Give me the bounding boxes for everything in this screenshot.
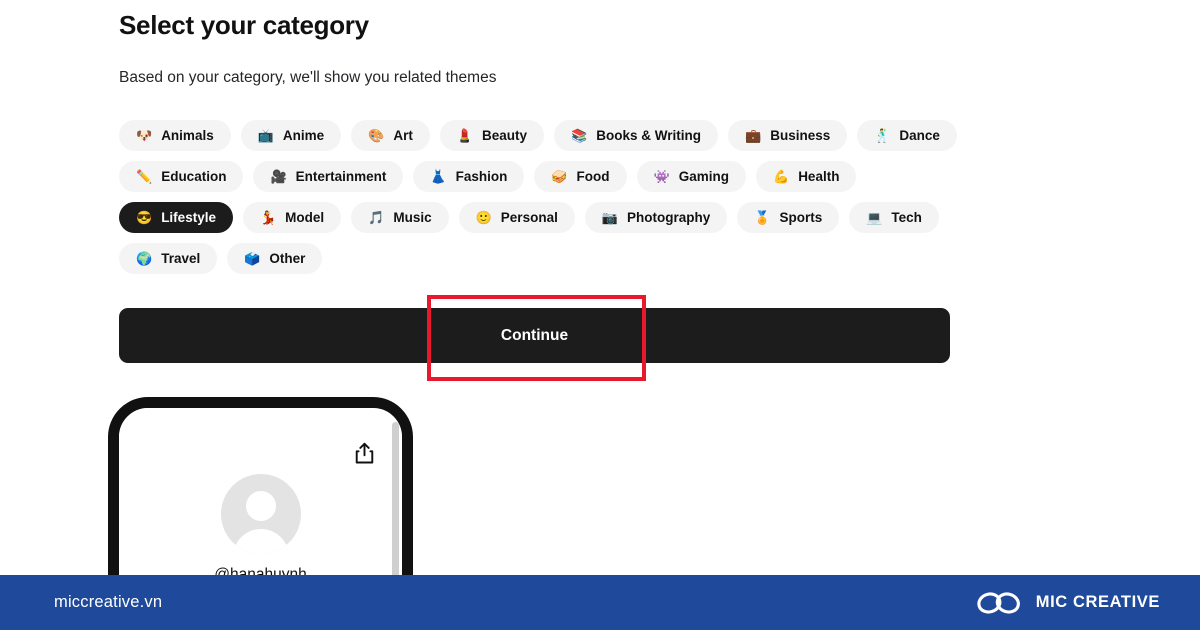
category-chip-label: Fashion — [455, 168, 508, 184]
briefcase-icon: 💼 — [745, 128, 762, 143]
category-chip-tech[interactable]: 💻 Tech — [849, 202, 939, 233]
category-chip-entertainment[interactable]: 🎥 Entertainment — [253, 161, 404, 192]
category-chip-label: Dance — [899, 127, 940, 143]
continue-button[interactable]: Continue — [119, 308, 950, 363]
camera-icon: 📷 — [601, 210, 619, 225]
category-chip-dance[interactable]: 🕺 Dance — [857, 120, 957, 151]
category-chip-label: Animals — [161, 127, 214, 143]
category-chip-health[interactable]: 💪 Health — [756, 161, 857, 192]
category-chip-label: Tech — [891, 209, 922, 225]
category-chip-label: Entertainment — [295, 168, 387, 184]
category-chip-label: Other — [269, 250, 306, 266]
footer-brand: MIC CREATIVE — [976, 590, 1160, 616]
category-chip-label: Books & Writing — [596, 127, 702, 143]
category-chip-label: Anime — [282, 127, 325, 143]
category-chip-fashion[interactable]: 👗 Fashion — [413, 161, 525, 192]
television-icon: 📺 — [257, 128, 274, 143]
category-chip-label: Business — [770, 127, 831, 143]
space-invader-icon: 👾 — [653, 169, 670, 184]
category-chip-photography[interactable]: 📷 Photography — [584, 202, 728, 233]
category-chip-list: 🐶 Animals 📺 Anime 🎨 Art 💄 Beauty 📚 Books & Writin… — [119, 120, 979, 274]
sports-medal-icon: 🏅 — [754, 210, 771, 225]
globe-icon: 🌍 — [136, 251, 153, 266]
avatar-placeholder-icon — [220, 474, 301, 554]
category-chip-label: Sports — [779, 209, 823, 225]
dress-icon: 👗 — [430, 169, 447, 184]
footer-brand-name: MIC CREATIVE — [1035, 593, 1160, 611]
musical-note-icon: 🎵 — [368, 210, 385, 225]
category-chip-label: Lifestyle — [161, 209, 216, 225]
category-chip-label: Health — [798, 168, 840, 184]
category-chip-label: Travel — [161, 250, 201, 266]
category-chip-animals[interactable]: 🐶 Animals — [119, 120, 231, 151]
sandwich-icon: 🥪 — [551, 169, 568, 184]
infinity-loops-logo-icon — [976, 590, 1024, 616]
category-chip-sports[interactable]: 🏅 Sports — [737, 202, 840, 233]
category-chip-label: Music — [393, 209, 432, 225]
category-chip-beauty[interactable]: 💄 Beauty — [439, 120, 545, 151]
category-selection-page: Select your category Based on your categ… — [0, 0, 1200, 630]
dancer-icon: 🕺 — [874, 128, 891, 143]
category-chip-education[interactable]: ✏️ Education — [119, 161, 244, 192]
category-chip-anime[interactable]: 📺 Anime — [240, 120, 342, 151]
category-chip-label: Food — [576, 168, 610, 184]
dancing-woman-icon: 💃 — [259, 210, 277, 225]
page-subtitle: Based on your category, we'll show you r… — [119, 69, 497, 86]
category-chip-label: Education — [161, 168, 227, 184]
category-chip-label: Gaming — [678, 168, 729, 184]
footer-banner: miccreative.vn MIC CREATIVE — [0, 575, 1200, 630]
artist-palette-icon: 🎨 — [368, 128, 385, 143]
share-icon[interactable] — [354, 442, 375, 465]
footer-website-url: miccreative.vn — [54, 593, 163, 611]
category-chip-food[interactable]: 🥪 Food — [534, 161, 627, 192]
laptop-icon: 💻 — [866, 210, 883, 225]
ballot-box-icon: 🗳️ — [244, 251, 261, 266]
category-chip-books-writing[interactable]: 📚 Books & Writing — [554, 120, 719, 151]
page-title: Select your category — [119, 10, 369, 40]
books-icon: 📚 — [571, 128, 588, 143]
category-chip-gaming[interactable]: 👾 Gaming — [636, 161, 746, 192]
category-chip-art[interactable]: 🎨 Art — [351, 120, 430, 151]
dog-face-icon: 🐶 — [136, 128, 153, 143]
category-chip-lifestyle[interactable]: 😎 Lifestyle — [119, 202, 233, 233]
category-chip-travel[interactable]: 🌍 Travel — [119, 243, 218, 274]
category-chip-label: Photography — [627, 209, 711, 225]
avatar-body — [232, 529, 289, 554]
movie-camera-icon: 🎥 — [270, 169, 287, 184]
smiley-face-icon: 🙂 — [475, 210, 492, 225]
category-chip-label: Art — [393, 127, 413, 143]
flexed-biceps-icon: 💪 — [773, 169, 790, 184]
category-chip-music[interactable]: 🎵 Music — [351, 202, 449, 233]
category-chip-label: Beauty — [482, 127, 528, 143]
category-chip-label: Personal — [500, 209, 558, 225]
category-chip-other[interactable]: 🗳️ Other — [227, 243, 323, 274]
category-chip-personal[interactable]: 🙂 Personal — [458, 202, 575, 233]
pencil-icon: ✏️ — [136, 169, 153, 184]
category-chip-business[interactable]: 💼 Business — [728, 120, 848, 151]
category-chip-model[interactable]: 💃 Model — [242, 202, 342, 233]
lipstick-icon: 💄 — [456, 128, 474, 143]
sunglasses-face-icon: 😎 — [136, 210, 153, 225]
category-chip-label: Model — [285, 209, 325, 225]
avatar-head — [245, 491, 276, 521]
